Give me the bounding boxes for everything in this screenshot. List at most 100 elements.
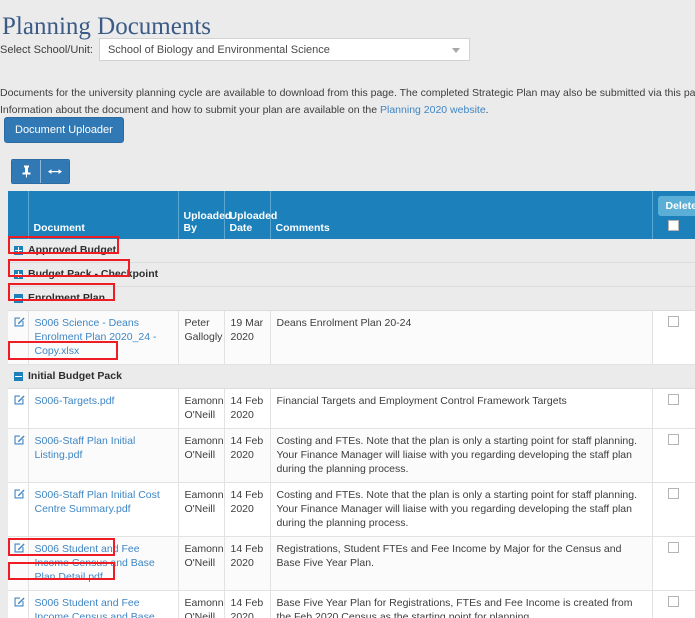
group-row-inner: Approved Budget — [14, 243, 689, 257]
group-row[interactable]: Initial Budget Pack — [8, 364, 695, 389]
row-delete-checkbox[interactable] — [668, 394, 680, 405]
select-school-label: Select School/Unit: — [0, 43, 93, 56]
row-document-cell: S006 Science - Deans Enrolment Plan 2020… — [28, 310, 179, 365]
group-row-label: Budget Pack - Checkpoint — [28, 268, 159, 280]
row-edit-cell — [8, 590, 29, 618]
document-link[interactable]: S006 Student and Fee Income Census and B… — [35, 597, 155, 618]
table-body: Approved Budget Budget Pack - Checkpoint E… — [8, 239, 695, 618]
row-comments-cell: Deans Enrolment Plan 20-24 — [270, 310, 653, 365]
edit-document-icon[interactable] — [14, 434, 25, 448]
group-row-cell: Enrolment Plan — [8, 286, 695, 311]
row-document-cell: S006-Staff Plan Initial Cost Centre Summ… — [28, 482, 179, 537]
document-link[interactable]: S006 Student and Fee Income Census and B… — [35, 543, 155, 583]
minus-box-icon[interactable] — [14, 293, 23, 303]
delete-button[interactable]: Delete — [657, 196, 695, 216]
edit-document-icon[interactable] — [14, 596, 25, 610]
school-unit-selector-row: Select School/Unit: School of Biology an… — [0, 38, 470, 61]
row-comments-cell: Costing and FTEs. Note that the plan is … — [270, 428, 653, 483]
row-delete-checkbox[interactable] — [668, 488, 680, 499]
edit-document-icon[interactable] — [14, 488, 25, 502]
document-link[interactable]: S006-Staff Plan Initial Cost Centre Summ… — [35, 489, 160, 515]
row-edit-cell — [8, 388, 29, 429]
column-header-expand — [8, 191, 29, 239]
table-row: S006 Student and Fee Income Census and B… — [8, 536, 695, 591]
column-header-uploaded-date[interactable]: Uploaded Date — [224, 191, 277, 239]
row-comments-cell: Costing and FTEs. Note that the plan is … — [270, 482, 653, 537]
group-row-cell: Budget Pack - Checkpoint — [8, 262, 695, 287]
row-delete-cell — [652, 388, 695, 429]
group-row[interactable]: Approved Budget — [8, 239, 695, 263]
row-uploaded-date-cell: 14 Feb 2020 — [224, 388, 271, 429]
row-document-cell: S006-Staff Plan Initial Listing.pdf — [28, 428, 179, 483]
group-row-inner: Budget Pack - Checkpoint — [14, 267, 689, 281]
row-uploaded-by-cell: Eamonn O'Neill — [178, 536, 225, 591]
row-uploaded-date-cell: 14 Feb 2020 — [224, 428, 271, 483]
row-comments-cell: Registrations, Student FTEs and Fee Inco… — [270, 536, 653, 591]
row-comments-cell: Financial Targets and Employment Control… — [270, 388, 653, 429]
column-header-delete: Delete — [652, 191, 695, 239]
row-document-cell: S006 Student and Fee Income Census and B… — [28, 590, 179, 618]
edit-document-icon[interactable] — [14, 394, 25, 408]
select-school-dropdown[interactable]: School of Biology and Environmental Scie… — [98, 38, 470, 61]
group-row-label: Approved Budget — [28, 244, 117, 256]
planning-documents-table: Document Uploaded By Uploaded Date Comme… — [8, 191, 695, 618]
page-root: Planning Documents Select School/Unit: S… — [0, 0, 695, 618]
column-header-uploaded-by[interactable]: Uploaded By — [178, 191, 231, 239]
intro-paragraph: Documents for the university planning cy… — [0, 85, 695, 119]
document-uploader-button[interactable]: Document Uploader — [4, 117, 124, 143]
group-row-inner: Initial Budget Pack — [14, 369, 689, 383]
table-row: S006 Science - Deans Enrolment Plan 2020… — [8, 310, 695, 365]
row-edit-cell — [8, 428, 29, 483]
chevron-down-icon — [451, 48, 460, 53]
group-row[interactable]: Enrolment Plan — [8, 286, 695, 311]
table-row: S006 Student and Fee Income Census and B… — [8, 590, 695, 618]
grid-toolbar — [11, 159, 70, 184]
column-header-comments[interactable]: Comments — [270, 191, 653, 239]
intro-text-after-link: . — [485, 103, 489, 116]
row-uploaded-by-cell: Eamonn O'Neill — [178, 388, 225, 429]
planning-2020-website-link[interactable]: Planning 2020 website — [380, 104, 486, 116]
row-document-cell: S006 Student and Fee Income Census and B… — [28, 536, 179, 591]
row-delete-checkbox[interactable] — [668, 434, 680, 445]
expand-width-icon[interactable] — [41, 160, 69, 183]
document-link[interactable]: S006-Staff Plan Initial Listing.pdf — [35, 435, 136, 461]
row-delete-cell — [652, 482, 695, 537]
group-row-cell: Initial Budget Pack — [8, 364, 695, 389]
row-document-cell: S006-Targets.pdf — [28, 388, 179, 429]
row-uploaded-by-cell: Eamonn O'Neill — [178, 428, 225, 483]
row-delete-checkbox[interactable] — [668, 542, 680, 553]
table-row: S006-Staff Plan Initial Listing.pdf Eamon… — [8, 428, 695, 483]
table-row: S006-Staff Plan Initial Cost Centre Summ… — [8, 482, 695, 537]
column-header-document[interactable]: Document — [28, 191, 179, 239]
minus-box-icon[interactable] — [14, 371, 23, 381]
delete-select-all-checkbox[interactable] — [668, 220, 680, 231]
table-header: Document Uploaded By Uploaded Date Comme… — [8, 191, 695, 239]
document-link[interactable]: S006-Targets.pdf — [35, 395, 115, 407]
row-comments-cell: Base Five Year Plan for Registrations, F… — [270, 590, 653, 618]
row-delete-cell — [652, 536, 695, 591]
row-edit-cell — [8, 536, 29, 591]
row-uploaded-by-cell: Peter Gallogly — [178, 310, 225, 365]
group-row[interactable]: Budget Pack - Checkpoint — [8, 262, 695, 287]
group-row-label: Enrolment Plan — [28, 292, 106, 304]
edit-document-icon[interactable] — [14, 316, 25, 330]
row-uploaded-date-cell: 14 Feb 2020 — [224, 536, 271, 591]
pin-icon[interactable] — [12, 160, 41, 183]
row-delete-cell — [652, 590, 695, 618]
row-delete-cell — [652, 310, 695, 365]
plus-box-icon[interactable] — [14, 245, 23, 255]
group-row-cell: Approved Budget — [8, 239, 695, 263]
row-delete-cell — [652, 428, 695, 483]
table-row: S006-Targets.pdf Eamonn O'Neill 14 Feb 202… — [8, 388, 695, 429]
intro-text-before-link: Documents for the university planning cy… — [0, 86, 695, 116]
row-delete-checkbox[interactable] — [668, 596, 680, 607]
row-delete-checkbox[interactable] — [668, 316, 680, 327]
row-uploaded-by-cell: Eamonn O'Neill — [178, 590, 225, 618]
plus-box-icon[interactable] — [14, 269, 23, 279]
row-uploaded-date-cell: 14 Feb 2020 — [224, 590, 271, 618]
row-edit-cell — [8, 482, 29, 537]
edit-document-icon[interactable] — [14, 542, 25, 556]
row-uploaded-date-cell: 19 Mar 2020 — [224, 310, 271, 365]
select-school-value: School of Biology and Environmental Scie… — [107, 43, 330, 56]
document-link[interactable]: S006 Science - Deans Enrolment Plan 2020… — [35, 317, 157, 357]
